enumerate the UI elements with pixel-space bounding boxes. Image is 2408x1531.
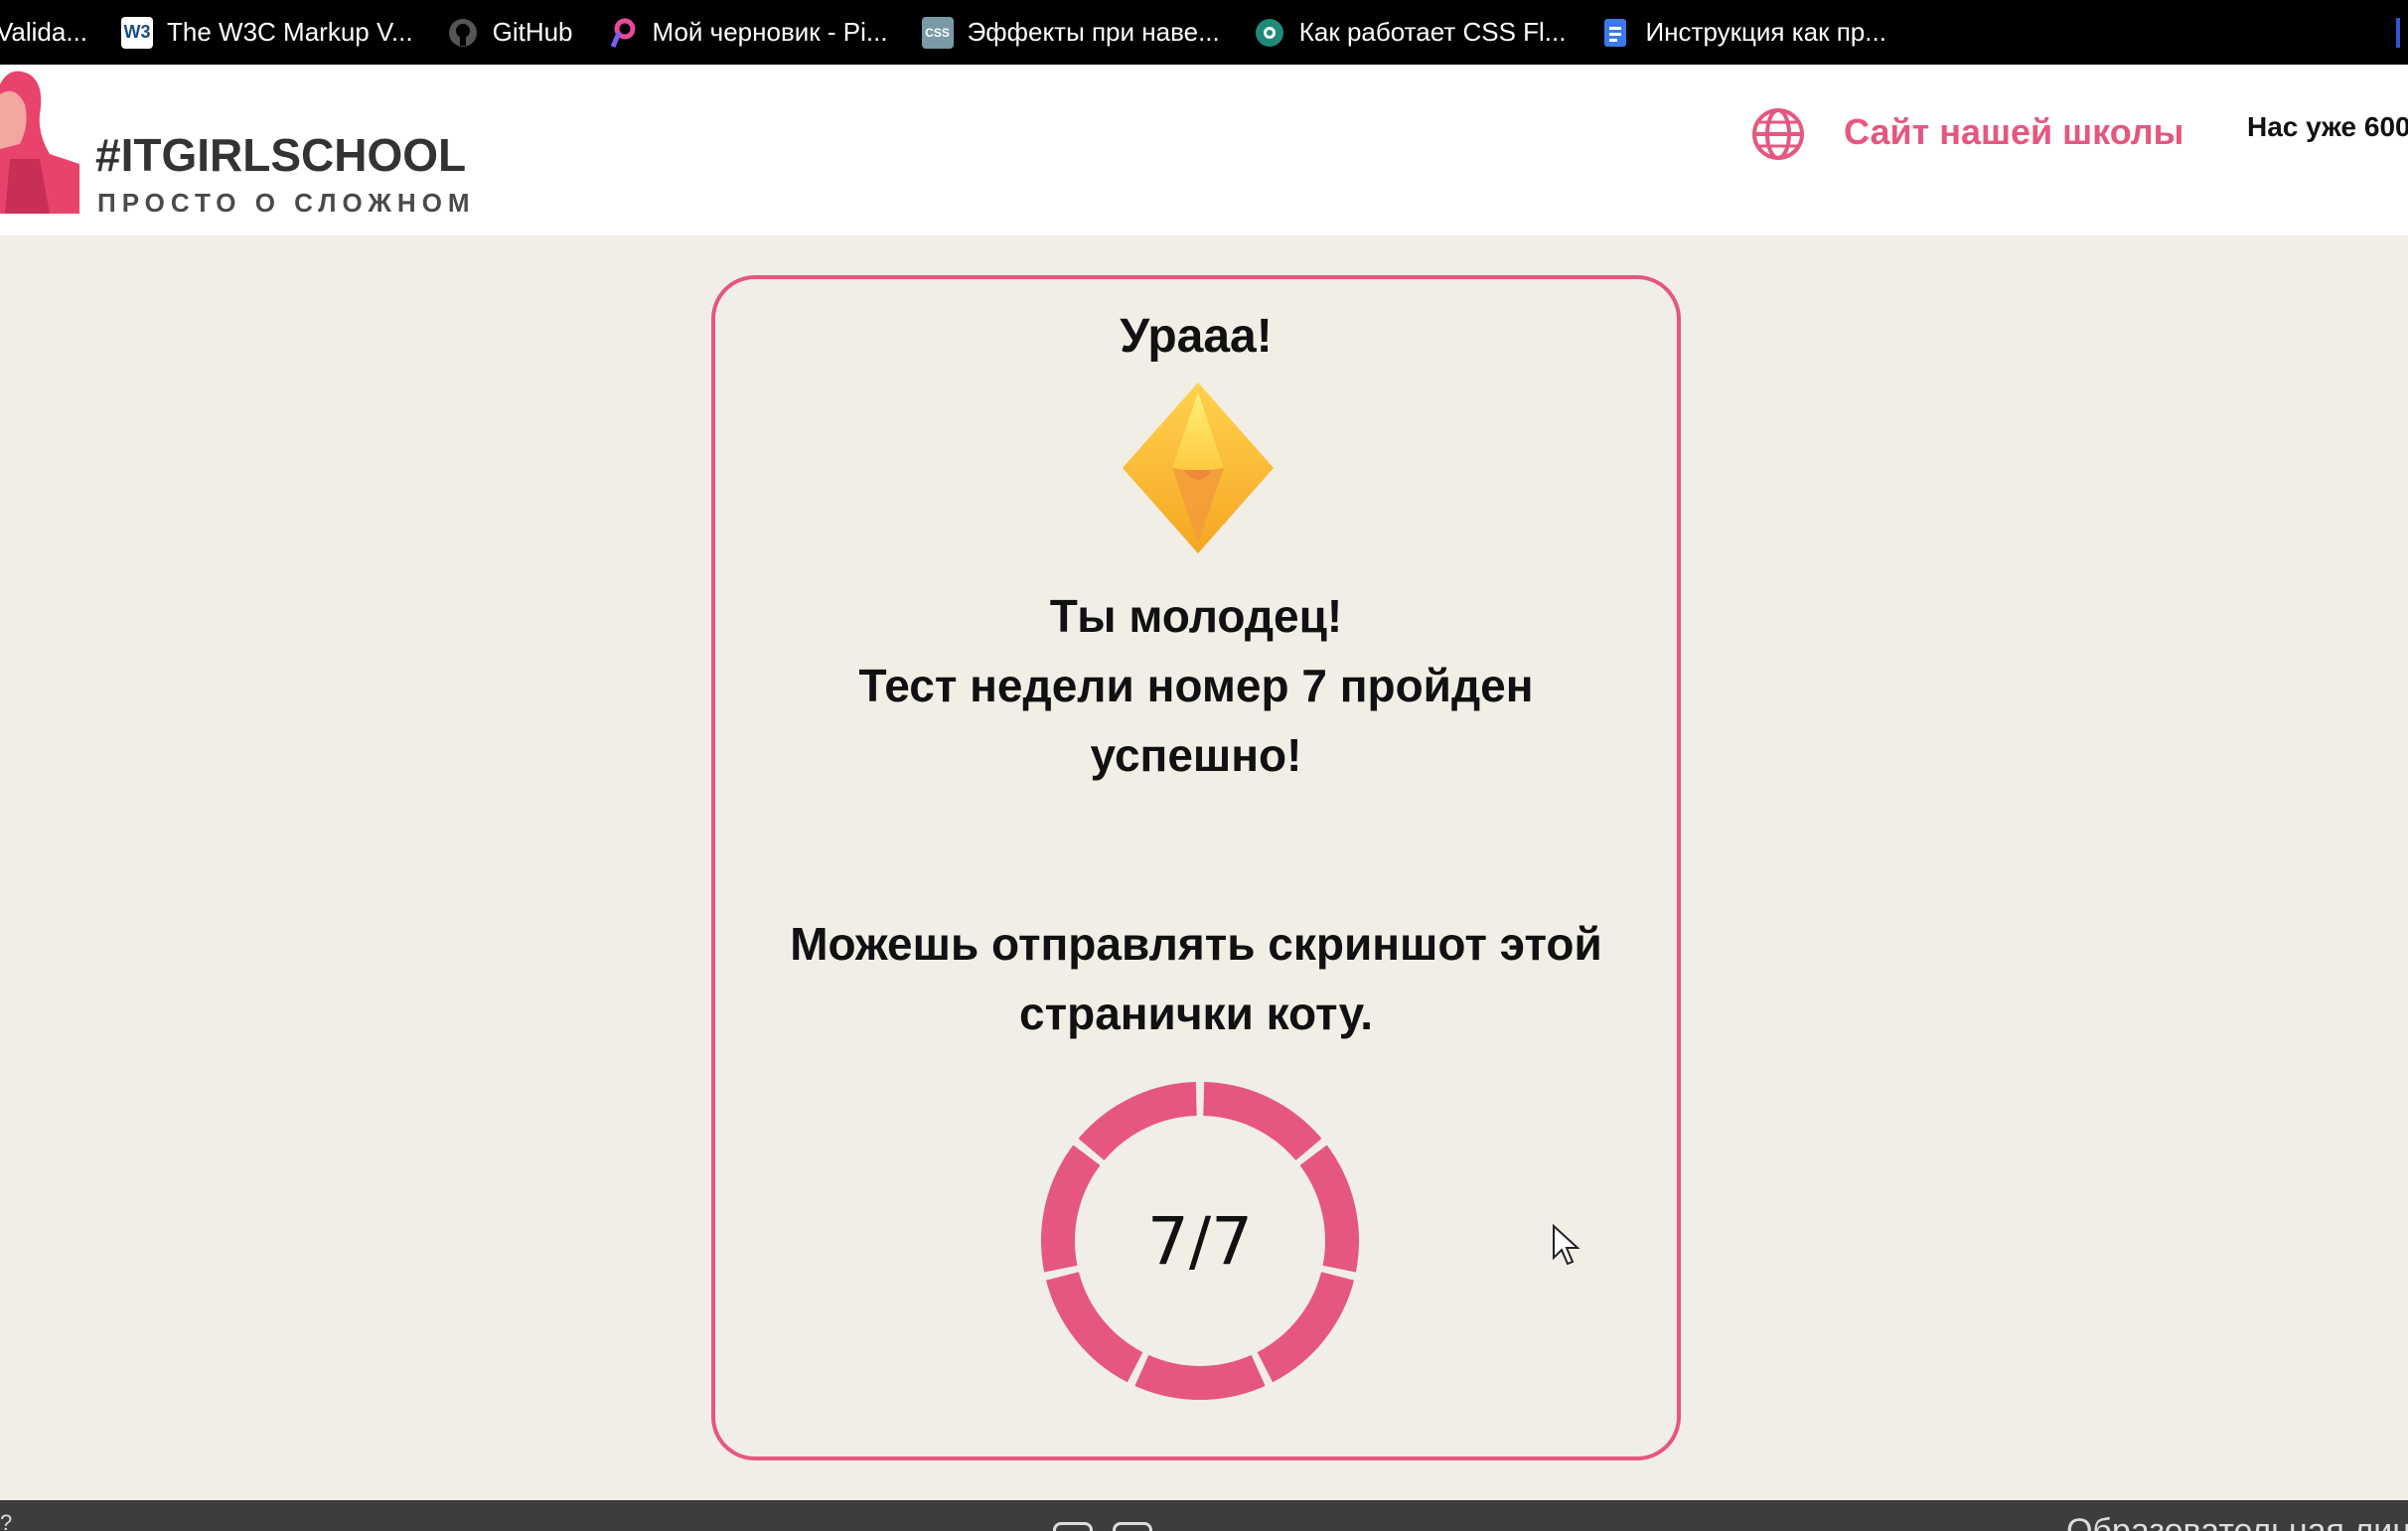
w3c-icon: W3: [121, 16, 154, 49]
globe-icon: [1752, 108, 1804, 160]
action-message: Можешь отправлять скриншот этой страничк…: [715, 909, 1677, 1048]
message-line: успешно!: [1090, 729, 1302, 781]
github-icon: [447, 17, 479, 49]
bookmark-label: Мой черновик - Pi...: [652, 17, 888, 47]
logo-title[interactable]: #ITGIRLSCHOOL: [95, 128, 466, 182]
message-line: Можешь отправлять скриншот этой: [790, 918, 1602, 970]
bookmark-flex[interactable]: Как работает CSS Fl...: [1254, 0, 1567, 65]
site-header: #ITGIRLSCHOOL ПРОСТО О СЛОЖНОМ Сайт наше…: [0, 65, 2408, 235]
result-title: Урааа!: [1120, 310, 1273, 363]
result-card: Урааа! Ты молодец! Тест недели номер 7 п…: [711, 275, 1681, 1460]
score-text: 7/7: [1146, 1202, 1254, 1280]
bookmark-pixso[interactable]: Мой черновик - Pi...: [607, 0, 888, 65]
score-ring: 7/7: [1037, 1078, 1363, 1404]
mouse-cursor-icon: [1553, 1224, 1580, 1266]
bookmark-validator[interactable]: Valida...: [0, 0, 87, 65]
docs-icon: [1599, 17, 1631, 49]
diamond-icon: [1123, 383, 1274, 553]
bookmark-label: Эффекты при наве...: [967, 17, 1220, 47]
pixso-icon: [607, 17, 639, 49]
bookmark-css[interactable]: CSS Эффекты при наве...: [921, 0, 1220, 65]
school-site-link[interactable]: Сайт нашей школы: [1844, 111, 2183, 153]
bookmark-w3c[interactable]: W3 The W3C Markup V...: [121, 0, 413, 65]
bookmark-label: The W3C Markup V...: [167, 17, 413, 47]
bookmark-docs[interactable]: Инструкция как пр...: [1599, 0, 1886, 65]
message-line: Ты молодец!: [1049, 590, 1343, 642]
bar-edge-indicator: [2396, 18, 2400, 48]
success-message: Ты молодец! Тест недели номер 7 пройден …: [715, 581, 1677, 790]
site-footer: ? Образовательная лиц: [0, 1500, 2408, 1531]
students-count-text: Нас уже 600: [2247, 111, 2408, 142]
css-icon: CSS: [921, 16, 954, 49]
bookmark-label: Инструкция как пр...: [1645, 17, 1886, 47]
social-icon[interactable]: [1053, 1522, 1093, 1531]
bookmark-github[interactable]: GitHub: [447, 0, 573, 65]
message-line: странички коту.: [1018, 988, 1373, 1039]
bookmark-label: Как работает CSS Fl...: [1298, 17, 1567, 47]
bookmarks-bar: Valida... W3 The W3C Markup V... GitHub …: [0, 0, 2408, 65]
bookmark-label: GitHub: [492, 17, 573, 47]
youtube-icon[interactable]: [1113, 1522, 1152, 1531]
message-line: Тест недели номер 7 пройден: [858, 660, 1534, 711]
logo-figure-icon: [0, 71, 79, 214]
site-icon: [1254, 17, 1285, 49]
bookmark-label: Valida...: [0, 17, 88, 47]
footer-left-text: ?: [0, 1510, 13, 1531]
logo-subtitle: ПРОСТО О СЛОЖНОМ: [97, 188, 476, 218]
footer-license-text: Образовательная лиц: [2066, 1512, 2408, 1531]
